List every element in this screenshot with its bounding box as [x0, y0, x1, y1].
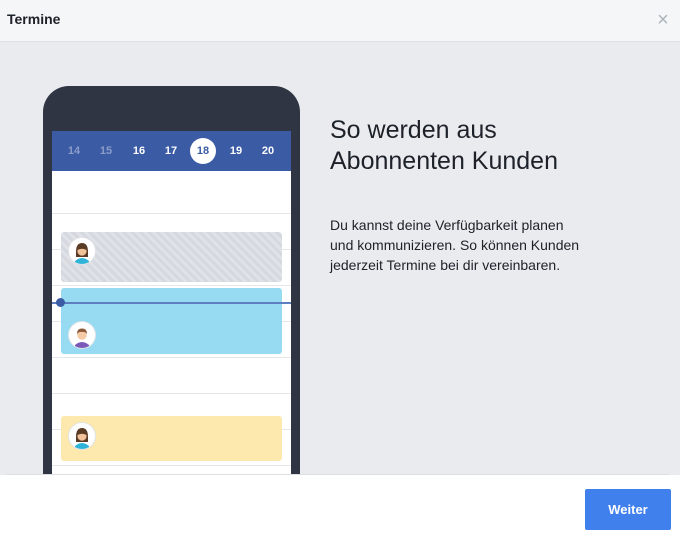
avatar-woman-icon — [69, 423, 95, 449]
dialog-title: Termine — [7, 11, 61, 27]
current-time-indicator — [52, 302, 291, 304]
time-row-divider — [52, 393, 291, 394]
appointment-block-booked — [61, 288, 282, 354]
time-row-divider — [52, 465, 291, 466]
dialog-header: Termine × — [0, 0, 680, 42]
avatar-man-icon — [69, 322, 95, 348]
intro-headline: So werden aus Abonnenten Kunden — [330, 115, 650, 177]
time-row-divider — [52, 285, 291, 286]
phone-illustration: 14 15 16 17 18 19 20 — [43, 86, 300, 475]
close-icon[interactable]: × — [655, 10, 671, 30]
dialog-footer: Weiter — [0, 475, 680, 533]
description-line: jederzeit Termine bei dir vereinbaren. — [330, 257, 561, 273]
calendar-date: 16 — [132, 145, 146, 157]
appointment-block-unavailable — [61, 232, 282, 282]
time-row-divider — [52, 213, 291, 214]
description-line: und kommunizieren. So können Kunden — [330, 237, 580, 253]
calendar-date-selected: 18 — [190, 138, 216, 164]
calendar-date: 20 — [261, 145, 275, 157]
description-line: Du kannst deine Verfügbarkeit planen — [330, 217, 564, 233]
calendar-date: 17 — [164, 145, 178, 157]
phone-screen: 14 15 16 17 18 19 20 — [52, 131, 291, 475]
calendar-date: 19 — [229, 145, 243, 157]
headline-line: Abonnenten Kunden — [330, 147, 558, 175]
calendar-date: 14 — [67, 145, 81, 157]
time-row-divider — [52, 357, 291, 358]
next-button[interactable]: Weiter — [585, 489, 671, 530]
intro-description: Du kannst deine Verfügbarkeit planen und… — [330, 215, 650, 275]
calendar-date: 15 — [99, 145, 113, 157]
avatar-woman-icon — [69, 238, 95, 264]
calendar-date-bar: 14 15 16 17 18 19 20 — [52, 131, 291, 171]
current-time-dot — [56, 298, 65, 307]
headline-line: So werden aus — [330, 116, 497, 144]
dialog-content: 14 15 16 17 18 19 20 So werden aus Abonn… — [0, 42, 680, 475]
